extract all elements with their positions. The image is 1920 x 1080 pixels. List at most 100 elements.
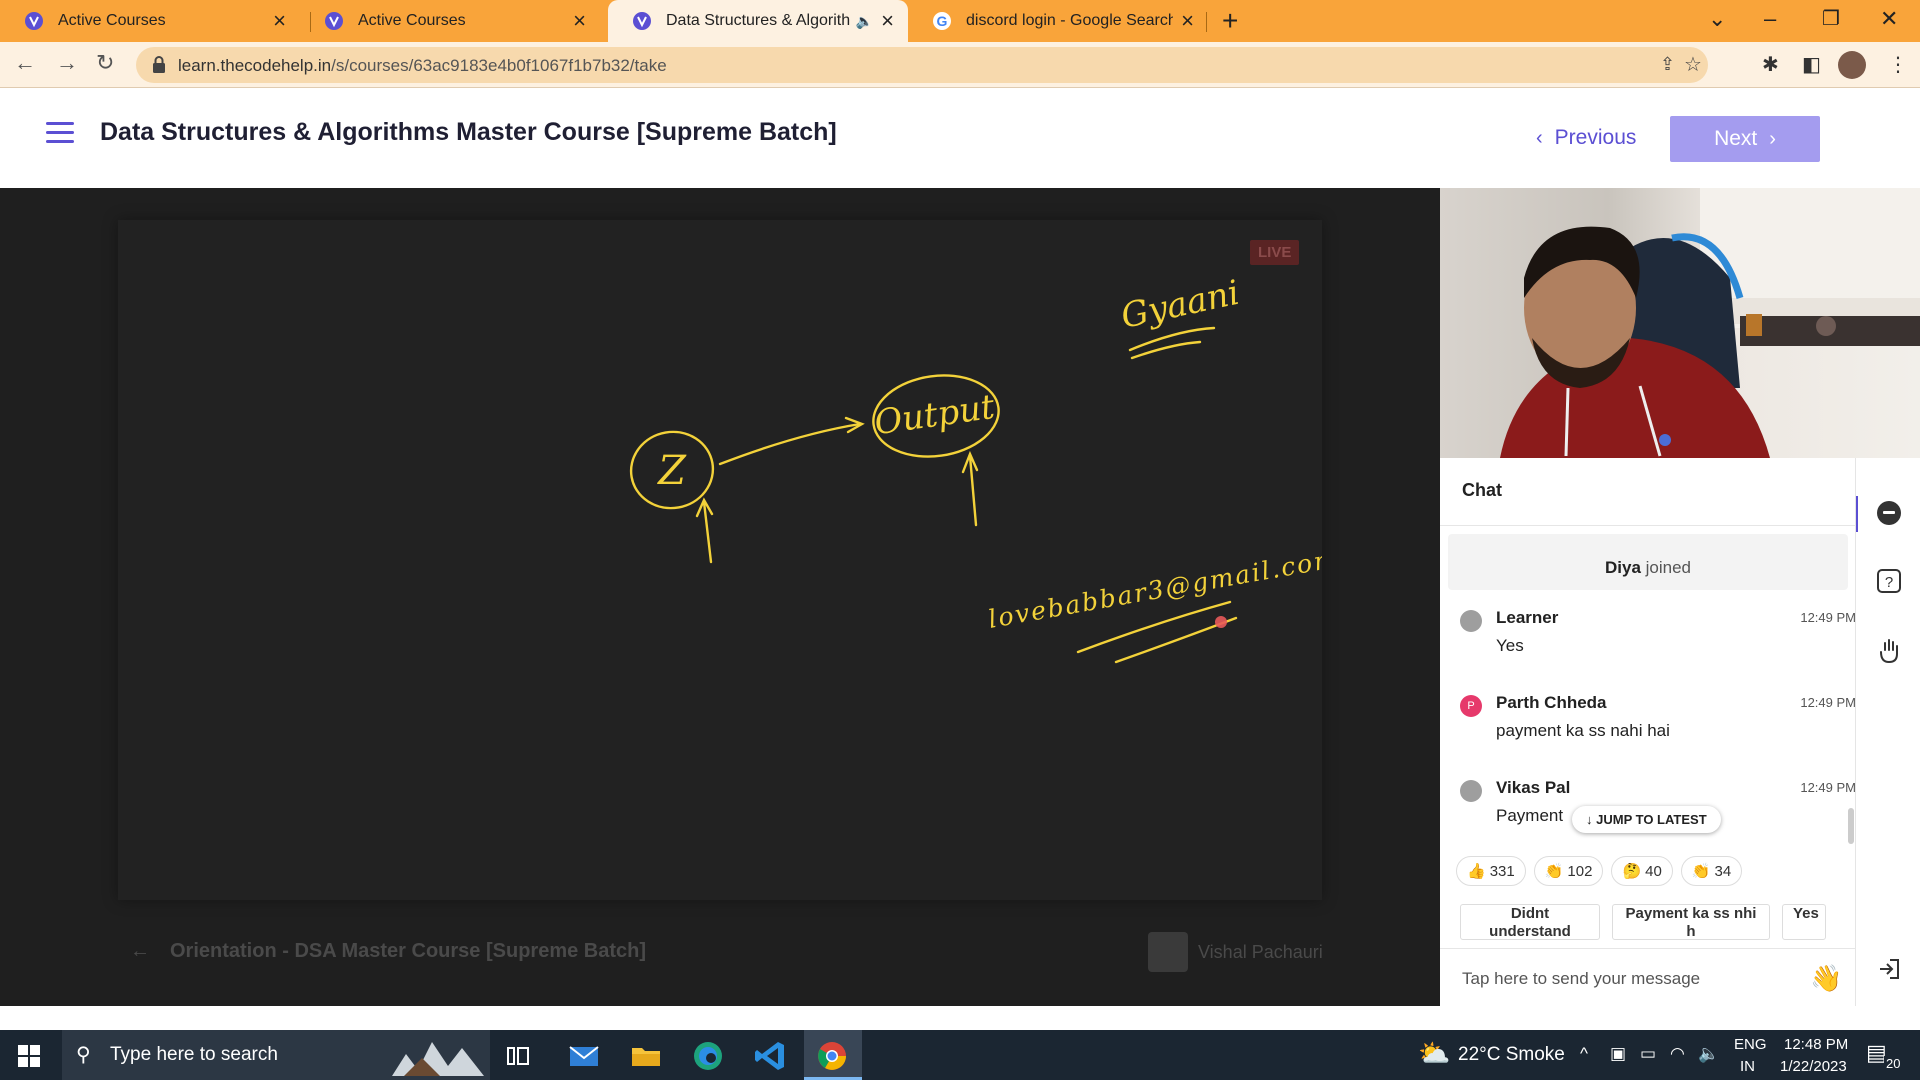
quick-reply-yes[interactable]: Yes: [1782, 904, 1826, 940]
taskbar-search[interactable]: ⚲ Type here to search: [62, 1030, 490, 1080]
output-node-label: Output: [872, 387, 997, 443]
svg-text:?: ?: [1885, 574, 1893, 591]
quick-reply-didnt-understand[interactable]: Didnt understand: [1460, 904, 1600, 940]
wifi-icon[interactable]: ◠: [1670, 1044, 1685, 1064]
message-time: 12:49 PM: [1800, 780, 1856, 795]
weather-icon[interactable]: ⛅: [1418, 1038, 1450, 1069]
tab-search-chevron-icon[interactable]: ⌄: [1708, 6, 1726, 32]
bookmark-star-icon[interactable]: ☆: [1684, 52, 1702, 77]
windows-start-icon[interactable]: [18, 1045, 40, 1067]
close-tab-icon[interactable]: ×: [881, 10, 894, 32]
meet-icon[interactable]: ▣: [1610, 1044, 1626, 1064]
menu-icon[interactable]: [46, 122, 74, 144]
course-title: Data Structures & Algorithms Master Cour…: [100, 118, 837, 146]
weather-text[interactable]: 22°C Smoke: [1458, 1044, 1565, 1066]
close-tab-icon[interactable]: ×: [1181, 10, 1194, 32]
raise-hand-icon[interactable]: [1876, 638, 1902, 664]
sender-name: Vikas Pal: [1496, 778, 1571, 797]
new-tab-button[interactable]: +: [1222, 6, 1238, 36]
input-language[interactable]: ENG: [1734, 1036, 1767, 1053]
google-favicon-icon: G: [933, 12, 951, 30]
volume-icon[interactable]: 🔈: [1698, 1044, 1719, 1064]
share-icon[interactable]: ⇪: [1660, 54, 1675, 75]
close-window-button[interactable]: ✕: [1880, 6, 1898, 32]
chat-panel: Chat Diya joined Learner 12:49 PM Yes P …: [1440, 458, 1856, 1006]
clap-icon: 👏: [1544, 863, 1564, 880]
reaction-clap[interactable]: 👏 102: [1533, 856, 1604, 886]
live-whiteboard-video[interactable]: Z Output Gyaani lovebabbar3@gmail.com: [118, 220, 1322, 900]
gyaani-label: Gyaani: [1118, 273, 1243, 337]
tab-divider: [1206, 12, 1207, 32]
clock-date[interactable]: 1/22/2023: [1780, 1058, 1847, 1075]
vscode-icon[interactable]: [752, 1038, 788, 1074]
tab-title: Active Courses: [358, 12, 466, 29]
mail-icon[interactable]: [566, 1038, 602, 1074]
arrow-left-icon: ←: [130, 940, 150, 962]
reaction-count: 331: [1489, 862, 1515, 880]
profile-avatar[interactable]: [1838, 51, 1866, 79]
input-region[interactable]: IN: [1740, 1058, 1755, 1075]
instructor-avatar: [1148, 932, 1188, 972]
previous-lecture-link[interactable]: ← Orientation - DSA Master Course [Supre…: [130, 940, 646, 963]
battery-icon[interactable]: ▭: [1640, 1044, 1656, 1064]
question-icon[interactable]: ?: [1876, 568, 1902, 594]
forward-icon[interactable]: →: [56, 50, 78, 76]
next-button[interactable]: Next ›: [1670, 116, 1820, 162]
chat-icon[interactable]: [1876, 500, 1902, 526]
thumbs-up-icon: 👍: [1467, 863, 1486, 880]
reaction-count: 34: [1714, 862, 1732, 880]
instructor-name: Vishal Pachauri: [1198, 941, 1323, 962]
reaction-clap-2[interactable]: 👏 34: [1680, 856, 1743, 886]
windows-taskbar: ⚲ Type here to search ⛅ 22°C Smoke ^ ▣ ▭…: [0, 1030, 1920, 1080]
restore-button[interactable]: ❐: [1822, 6, 1840, 31]
user-avatar: P: [1460, 695, 1482, 717]
clock-time[interactable]: 12:48 PM: [1784, 1036, 1848, 1053]
jump-to-latest-button[interactable]: ↓ JUMP TO LATEST: [1572, 806, 1721, 833]
chevron-right-icon: ›: [1769, 127, 1776, 150]
speaker-icon[interactable]: 🔈: [856, 13, 873, 30]
jump-label: JUMP TO LATEST: [1596, 812, 1707, 827]
address-bar[interactable]: learn.thecodehelp.in/s/courses/63ac9183e…: [136, 47, 1708, 83]
exit-icon[interactable]: [1876, 956, 1902, 982]
back-icon[interactable]: ←: [14, 50, 36, 76]
notification-count: 20: [1884, 1056, 1903, 1071]
tab-active-courses-1[interactable]: Active Courses ×: [0, 0, 300, 42]
arrow-down-icon: ↓: [1586, 812, 1593, 827]
taskbar-search-placeholder: Type here to search: [110, 1044, 278, 1065]
tab-title: Active Courses: [58, 12, 166, 29]
live-badge: LIVE: [1250, 240, 1300, 265]
url-text: learn.thecodehelp.in/s/courses/63ac9183e…: [178, 56, 667, 76]
file-explorer-icon[interactable]: [628, 1038, 664, 1074]
edge-icon[interactable]: [690, 1038, 726, 1074]
previous-button[interactable]: ‹ Previous: [1536, 116, 1636, 160]
sender-name: Parth Chheda: [1496, 693, 1607, 712]
wave-icon[interactable]: 👋: [1810, 963, 1842, 994]
close-tab-icon[interactable]: ×: [273, 10, 286, 32]
previous-label: Previous: [1554, 126, 1637, 149]
tray-chevron-icon[interactable]: ^: [1580, 1044, 1588, 1064]
tab-discord-search[interactable]: G discord login - Google Search ×: [908, 0, 1208, 42]
tab-dsa-course[interactable]: Data Structures & Algorithm 🔈 ×: [608, 0, 908, 42]
active-indicator: [1856, 496, 1858, 532]
close-tab-icon[interactable]: ×: [573, 10, 586, 32]
page-bottom-strip: [0, 1006, 1920, 1030]
reaction-thinking[interactable]: 🤔 40: [1611, 856, 1673, 886]
minimize-button[interactable]: –: [1764, 6, 1776, 32]
course-header: Data Structures & Algorithms Master Cour…: [0, 88, 1920, 188]
browser-menu-icon[interactable]: ⋮: [1888, 52, 1908, 77]
browser-tab-strip: Active Courses × Active Courses × Data S…: [0, 0, 1920, 42]
chat-scrollbar[interactable]: [1848, 808, 1854, 844]
message-text: Payment: [1496, 806, 1564, 825]
instructor-webcam: [1440, 188, 1920, 458]
extensions-icon[interactable]: ✱: [1762, 52, 1779, 77]
codehelp-favicon-icon: [633, 12, 651, 30]
url-host: learn.thecodehelp.in: [178, 56, 332, 75]
reload-icon[interactable]: ↻: [96, 50, 114, 76]
task-view-icon[interactable]: [500, 1038, 536, 1074]
reaction-thumbs-up[interactable]: 👍 331: [1456, 856, 1526, 886]
side-panel-icon[interactable]: ◧: [1802, 52, 1821, 77]
chat-input[interactable]: Tap here to send your message 👋: [1440, 948, 1856, 1006]
quick-reply-payment[interactable]: Payment ka ss nhi h: [1612, 904, 1770, 940]
tab-active-courses-2[interactable]: Active Courses ×: [300, 0, 600, 42]
chrome-icon[interactable]: [814, 1038, 850, 1074]
